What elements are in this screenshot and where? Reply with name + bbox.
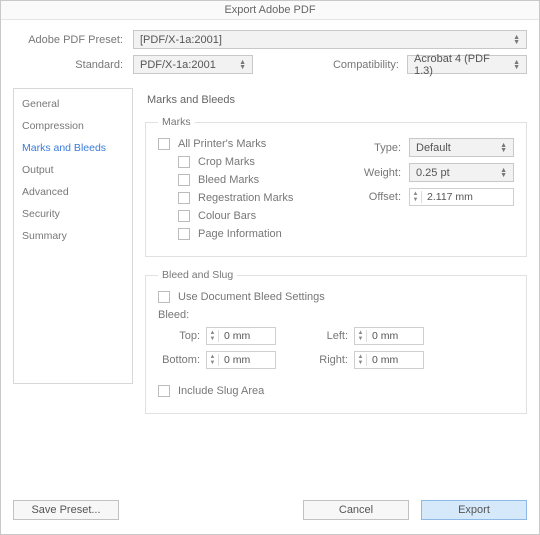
chk-label: All Printer's Marks [178, 138, 266, 150]
sidebar-item-marks-bleeds[interactable]: Marks and Bleeds [14, 137, 132, 159]
standard-value: PDF/X-1a:2001 [140, 59, 216, 71]
checkbox-icon [178, 192, 190, 204]
category-sidebar: General Compression Marks and Bleeds Out… [13, 88, 133, 384]
bleed-slug-fieldset: Bleed and Slug Use Document Bleed Settin… [145, 269, 527, 414]
chk-include-slug[interactable]: Include Slug Area [158, 385, 514, 397]
sidebar-item-advanced[interactable]: Advanced [14, 181, 132, 203]
spinner-icon[interactable]: ▲▼ [207, 330, 219, 342]
sidebar-item-compression[interactable]: Compression [14, 115, 132, 137]
spinner-icon[interactable]: ▲▼ [355, 330, 367, 342]
sidebar-item-output[interactable]: Output [14, 159, 132, 181]
chk-label: Page Information [198, 228, 282, 240]
updown-icon: ▲▼ [513, 60, 520, 70]
updown-icon: ▲▼ [500, 143, 507, 153]
standard-label: Standard: [13, 59, 133, 71]
bleed-label: Bleed: [158, 309, 514, 321]
offset-input[interactable]: ▲▼ 2.117 mm [409, 188, 514, 206]
compat-select[interactable]: Acrobat 4 (PDF 1.3) ▲▼ [407, 55, 527, 74]
checkbox-icon [158, 385, 170, 397]
chk-all-printers-marks[interactable]: All Printer's Marks [158, 138, 343, 150]
weight-label: Weight: [359, 167, 409, 179]
bleed-top-input[interactable]: ▲▼ 0 mm [206, 327, 276, 345]
chk-crop-marks[interactable]: Crop Marks [178, 156, 343, 168]
preset-label: Adobe PDF Preset: [13, 34, 133, 46]
bleed-top-value: 0 mm [219, 330, 255, 342]
bleed-slug-legend: Bleed and Slug [158, 269, 237, 281]
bleed-bottom-label: Bottom: [158, 354, 206, 366]
panel-title: Marks and Bleeds [145, 88, 527, 116]
checkbox-icon [178, 210, 190, 222]
cancel-button[interactable]: Cancel [303, 500, 409, 520]
spinner-icon[interactable]: ▲▼ [410, 191, 422, 203]
export-button[interactable]: Export [421, 500, 527, 520]
bleed-right-input[interactable]: ▲▼ 0 mm [354, 351, 424, 369]
chk-label: Bleed Marks [198, 174, 259, 186]
marks-fieldset: Marks All Printer's Marks Crop Marks [145, 116, 527, 257]
checkbox-icon [178, 228, 190, 240]
checkbox-icon [178, 174, 190, 186]
dialog-title: Export Adobe PDF [1, 1, 539, 20]
bleed-left-value: 0 mm [367, 330, 403, 342]
chk-label: Crop Marks [198, 156, 255, 168]
chk-label: Regestration Marks [198, 192, 293, 204]
compat-value: Acrobat 4 (PDF 1.3) [414, 53, 509, 77]
chk-label: Include Slug Area [178, 385, 264, 397]
chk-page-info[interactable]: Page Information [178, 228, 343, 240]
updown-icon: ▲▼ [500, 168, 507, 178]
dialog-footer: Save Preset... Cancel Export [1, 490, 539, 534]
type-value: Default [416, 142, 451, 154]
standard-select[interactable]: PDF/X-1a:2001 ▲▼ [133, 55, 253, 74]
spinner-icon[interactable]: ▲▼ [355, 354, 367, 366]
sidebar-item-summary[interactable]: Summary [14, 225, 132, 247]
type-label: Type: [359, 142, 409, 154]
chk-label: Use Document Bleed Settings [178, 291, 325, 303]
preset-select[interactable]: [PDF/X-1a:2001] ▲▼ [133, 30, 527, 49]
export-pdf-dialog: Export Adobe PDF Adobe PDF Preset: [PDF/… [0, 0, 540, 535]
bleed-top-label: Top: [158, 330, 206, 342]
preset-value: [PDF/X-1a:2001] [140, 34, 222, 46]
chk-bleed-marks[interactable]: Bleed Marks [178, 174, 343, 186]
compat-label: Compatibility: [333, 59, 407, 71]
offset-value: 2.117 mm [422, 191, 478, 203]
offset-label: Offset: [359, 191, 409, 203]
sidebar-item-security[interactable]: Security [14, 203, 132, 225]
weight-select[interactable]: 0.25 pt ▲▼ [409, 163, 514, 182]
bleed-right-value: 0 mm [367, 354, 403, 366]
sidebar-item-general[interactable]: General [14, 93, 132, 115]
bleed-left-input[interactable]: ▲▼ 0 mm [354, 327, 424, 345]
panel-main: Marks and Bleeds Marks All Printer's Mar… [145, 88, 527, 490]
bleed-left-label: Left: [306, 330, 354, 342]
checkbox-icon [178, 156, 190, 168]
spinner-icon[interactable]: ▲▼ [207, 354, 219, 366]
updown-icon: ▲▼ [513, 35, 520, 45]
weight-value: 0.25 pt [416, 167, 450, 179]
updown-icon: ▲▼ [239, 60, 246, 70]
checkbox-icon [158, 138, 170, 150]
chk-label: Colour Bars [198, 210, 256, 222]
save-preset-button[interactable]: Save Preset... [13, 500, 119, 520]
top-fields: Adobe PDF Preset: [PDF/X-1a:2001] ▲▼ Sta… [1, 20, 539, 88]
chk-colour-bars[interactable]: Colour Bars [178, 210, 343, 222]
bleed-bottom-input[interactable]: ▲▼ 0 mm [206, 351, 276, 369]
bleed-bottom-value: 0 mm [219, 354, 255, 366]
chk-use-doc-bleed[interactable]: Use Document Bleed Settings [158, 291, 514, 303]
marks-legend: Marks [158, 116, 195, 128]
checkbox-icon [158, 291, 170, 303]
type-select[interactable]: Default ▲▼ [409, 138, 514, 157]
chk-registration-marks[interactable]: Regestration Marks [178, 192, 343, 204]
bleed-right-label: Right: [306, 354, 354, 366]
